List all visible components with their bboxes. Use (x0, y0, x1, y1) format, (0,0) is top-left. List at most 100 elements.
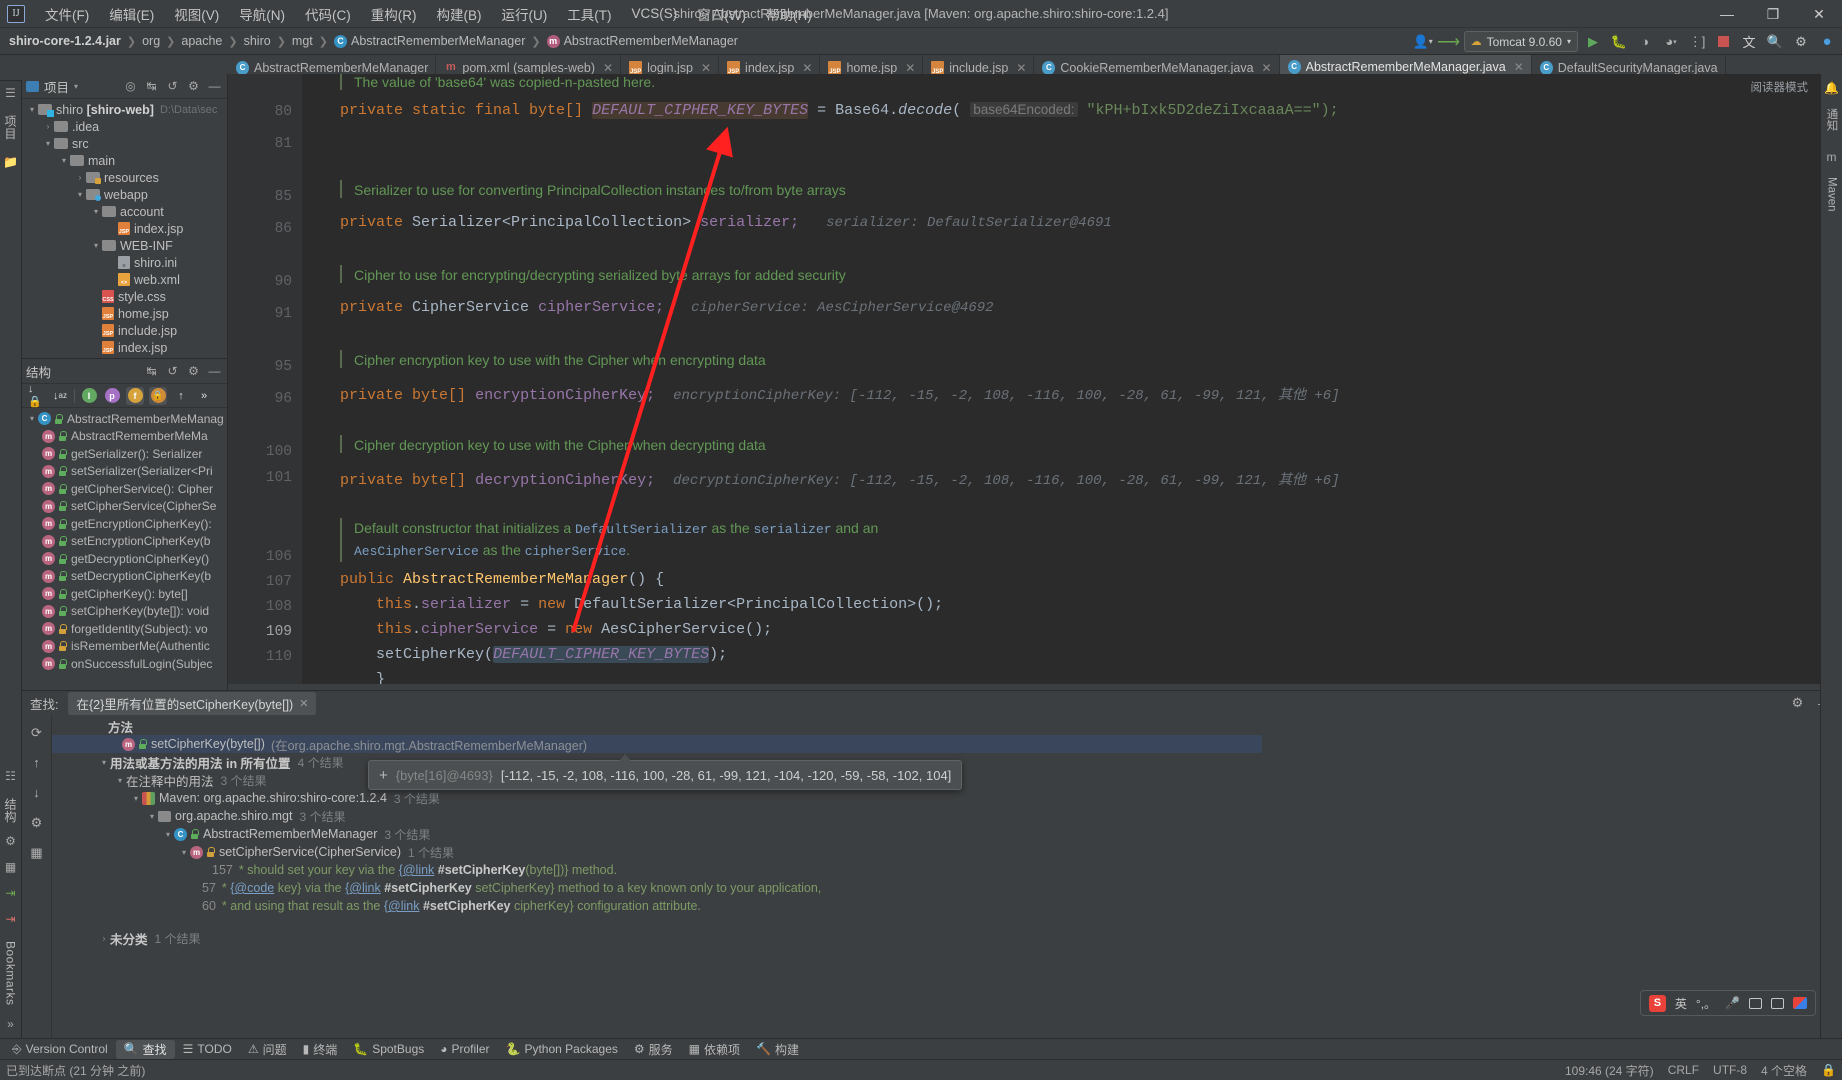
show-hierarchy-icon[interactable]: ↑ (172, 387, 190, 405)
stripe-label-notifications[interactable]: 通知 (1824, 108, 1840, 131)
project-view-icon[interactable]: ☰ (3, 85, 19, 101)
expand-arrow-icon[interactable]: ▾ (42, 139, 54, 148)
search-icon[interactable]: 🔍 (1764, 31, 1786, 53)
editor-gutter[interactable] (228, 74, 302, 684)
tree-node-account-index-jsp[interactable]: JSP index.jsp (22, 220, 227, 237)
breadcrumb-apache[interactable]: apache (178, 33, 225, 49)
step-out-icon[interactable]: ⇥ (3, 911, 19, 927)
ime-language-label[interactable]: 英 (1675, 995, 1687, 1012)
debug-icon[interactable]: 🐛 (1608, 31, 1630, 53)
close-icon[interactable]: ✕ (1514, 60, 1524, 74)
gear-icon[interactable]: ⚙ (1788, 694, 1807, 713)
mic-icon[interactable]: 🎤 (1725, 996, 1740, 1010)
sort-alphabetically-icon[interactable]: ↓ az (51, 387, 69, 405)
tool-spotbugs[interactable]: 🐛 SpotBugs (345, 1041, 432, 1057)
tree-node-style-css[interactable]: CSS style.css (22, 288, 227, 305)
maximize-button[interactable]: ❐ (1750, 0, 1796, 28)
expand-arrow-icon[interactable]: ▾ (58, 156, 70, 165)
group-icon[interactable]: ▦ (27, 843, 46, 862)
tool-dependencies[interactable]: ▦ 依赖项 (681, 1040, 748, 1059)
find-row-package[interactable]: ▾ org.apache.shiro.mgt 3 个结果 (52, 807, 1262, 825)
expand-icon[interactable]: + (379, 767, 388, 784)
ime-punctuation-label[interactable]: °,。 (1696, 995, 1716, 1012)
stripe-label-maven[interactable]: Maven (1826, 177, 1838, 212)
show-properties-icon[interactable]: p (103, 387, 121, 405)
expand-arrow-icon[interactable]: ▾ (74, 190, 86, 199)
sogou-ime-icon[interactable]: S (1648, 994, 1666, 1012)
expand-all-icon[interactable]: ↹ (143, 78, 160, 95)
close-icon[interactable]: ✕ (905, 61, 915, 75)
structure-item-method[interactable]: m getSerializer(): Serializer (22, 445, 227, 463)
tool-profiler[interactable]: ◕ Profiler (432, 1041, 497, 1057)
collapse-all-icon[interactable]: ↺ (164, 363, 181, 380)
caret-position[interactable]: 109:46 (24 字符) (1565, 1062, 1654, 1079)
sort-by-visibility-icon[interactable]: ↓🔒 (28, 383, 46, 408)
code-line-95[interactable]: private byte[] encryptionCipherKey; encr… (340, 384, 1340, 404)
stripe-label-project[interactable]: 项目 (2, 115, 19, 140)
tree-node-resources[interactable]: › resources (22, 169, 227, 186)
expand-arrow-icon[interactable]: ▾ (26, 414, 38, 423)
code-line-100[interactable]: private byte[] decryptionCipherKey; decr… (340, 469, 1340, 489)
tree-node-src[interactable]: ▾ src (22, 135, 227, 152)
update-project-icon[interactable]: ⟶ (1437, 31, 1460, 53)
structure-item-method[interactable]: m AbstractRememberMeMa (22, 428, 227, 446)
user-icon[interactable]: 👤 ▾ (1412, 31, 1434, 53)
tool-terminal[interactable]: ▮ 终端 (295, 1040, 346, 1059)
structure-item-method[interactable]: m onSuccessfulLogin(Subjec (22, 655, 227, 673)
run-configuration-selector[interactable]: ☁ Tomcat 9.0.60 ▾ (1463, 31, 1578, 52)
structure-item-method[interactable]: m setEncryptionCipherKey(b (22, 533, 227, 551)
structure-item-method[interactable]: m setSerializer(Serializer<Pri (22, 463, 227, 481)
commit-icon[interactable]: 📁 (3, 154, 19, 170)
run-button[interactable]: ▶ (1582, 31, 1604, 53)
expand-all-icon[interactable]: ↹ (143, 363, 160, 380)
code-editor[interactable]: 80 81 85 86 90 91 95 96 100 101 106 107 … (228, 74, 1842, 684)
find-row-uncategorized[interactable]: › 未分类 1 个结果 (52, 929, 1262, 947)
structure-panel-icon[interactable]: ☷ (3, 768, 19, 784)
panel-icon[interactable] (1771, 997, 1784, 1009)
stripe-label-structure[interactable]: 结构 (2, 798, 19, 823)
gear-icon[interactable]: ⚙ (27, 813, 46, 832)
code-line-110[interactable]: } (340, 671, 385, 684)
menu-edit[interactable]: 编辑(E) (99, 0, 164, 28)
code-line-106[interactable]: public AbstractRememberMeManager() { (340, 571, 664, 588)
expand-arrow-icon[interactable]: ▾ (26, 105, 38, 114)
more-icon[interactable]: » (195, 387, 213, 405)
expand-icon[interactable]: » (3, 1016, 19, 1032)
ime-toolbar[interactable]: S 英 °,。 🎤 (1639, 990, 1816, 1016)
tree-node-shiro-ini[interactable]: ≡ shiro.ini (22, 254, 227, 271)
breadcrumb-jar[interactable]: shiro-core-1.2.4.jar (6, 33, 124, 49)
tree-node-main[interactable]: ▾ main (22, 152, 227, 169)
code-line-90[interactable]: private CipherService cipherService; cip… (340, 299, 994, 316)
close-icon[interactable]: ✕ (1016, 61, 1026, 75)
menu-view[interactable]: 视图(V) (164, 0, 229, 28)
tool-find[interactable]: 🔍 查找 (115, 1039, 175, 1059)
indent-setting[interactable]: 4 个空格 (1761, 1062, 1807, 1079)
expand-arrow-icon[interactable]: ▾ (130, 794, 142, 803)
gear-icon[interactable]: ⚙ (185, 78, 202, 95)
breadcrumb-org[interactable]: org (139, 33, 163, 49)
show-fields-icon[interactable]: f (126, 386, 144, 405)
expand-arrow-icon[interactable]: › (98, 934, 110, 943)
expand-arrow-icon[interactable]: ▾ (98, 758, 110, 767)
stripe-label-bookmarks[interactable]: Bookmarks (4, 941, 18, 1006)
breadcrumb-class[interactable]: C AbstractRememberMeManager (331, 33, 528, 49)
show-non-public-icon[interactable]: 🔒 (149, 386, 167, 405)
tool-build[interactable]: 🔨 构建 (748, 1040, 807, 1059)
translate-icon[interactable]: 文 (1738, 31, 1760, 53)
tree-node-home-jsp[interactable]: JSP home.jsp (22, 305, 227, 322)
minimize-button[interactable]: — (1704, 0, 1750, 28)
breadcrumb-shiro[interactable]: shiro (241, 33, 274, 49)
expand-arrow-icon[interactable]: ▾ (90, 207, 102, 216)
gear-icon[interactable]: ⚙ (185, 363, 202, 380)
file-encoding[interactable]: UTF-8 (1713, 1063, 1747, 1077)
find-row-method[interactable]: m setCipherKey(byte[]) (在org.apache.shir… (52, 735, 1262, 753)
menu-build[interactable]: 构建(B) (427, 0, 492, 28)
tree-node-shiro[interactable]: ▾ shiro [shiro-web] D:\Data\sec (22, 101, 227, 118)
tree-node-web-xml[interactable]: <> web.xml (22, 271, 227, 288)
close-button[interactable]: ✕ (1796, 0, 1842, 28)
close-icon[interactable]: ✕ (603, 61, 613, 75)
reader-mode-badge[interactable]: 阅读器模式 (1751, 79, 1809, 95)
keyboard-icon[interactable] (1749, 997, 1762, 1009)
tree-node-account[interactable]: ▾ account (22, 203, 227, 220)
code-line-108[interactable]: this.cipherService = new AesCipherServic… (340, 621, 772, 638)
